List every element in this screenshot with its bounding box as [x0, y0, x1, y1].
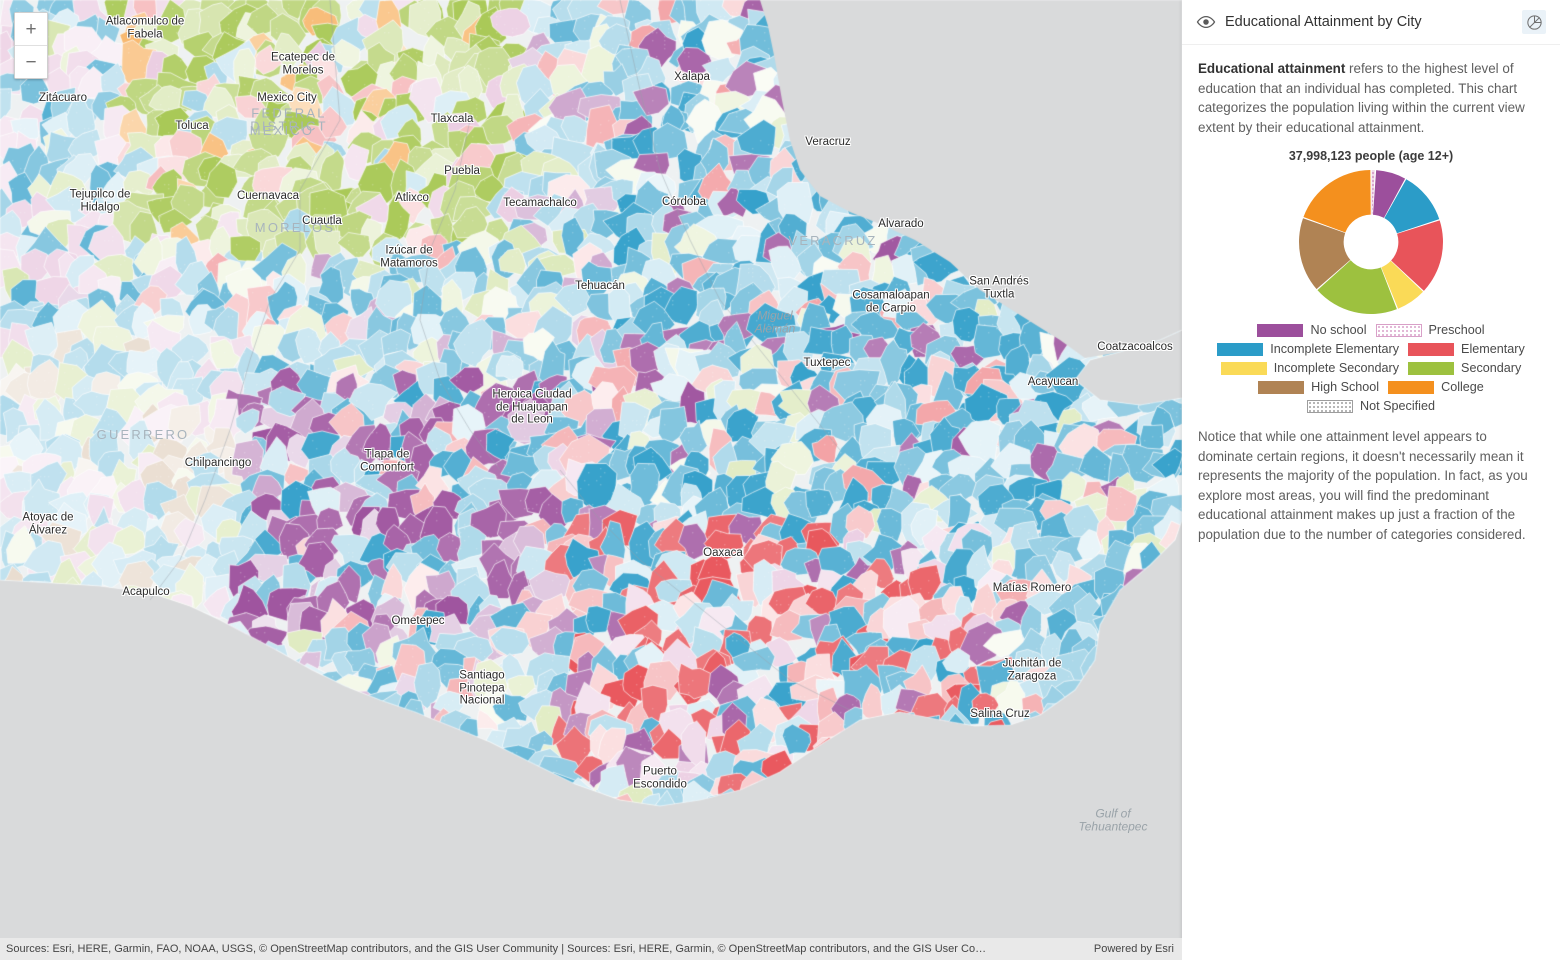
donut-chart[interactable] [1271, 167, 1471, 317]
legend-label: College [1441, 380, 1484, 394]
legend-swatch [1258, 380, 1305, 394]
legend-label: High School [1311, 380, 1380, 394]
legend-label: No school [1310, 323, 1367, 337]
legend-swatch [1257, 323, 1304, 337]
legend-swatch [1217, 342, 1264, 356]
legend-item[interactable]: High School [1258, 380, 1379, 394]
legend-item[interactable]: Incomplete Elementary [1217, 342, 1399, 356]
map-attribution-bar: Sources: Esri, HERE, Garmin, FAO, NOAA, … [0, 938, 1182, 960]
zoom-in-button[interactable]: + [15, 13, 47, 46]
panel-header: Educational Attainment by City [1182, 0, 1560, 45]
map-view[interactable]: Atlacomulco de Fabela Ecatepec de Morelos… [0, 0, 1182, 960]
legend-label: Incomplete Secondary [1273, 361, 1400, 375]
attribution-sources: Sources: Esri, HERE, Garmin, FAO, NOAA, … [6, 943, 987, 955]
legend-swatch [1388, 380, 1435, 394]
chart-legend[interactable]: No school Preschool Incomplete Elementary E… [1198, 323, 1544, 413]
intro-paragraph: Educational attainment refers to the hig… [1198, 59, 1544, 137]
panel-title: Educational Attainment by City [1225, 14, 1422, 30]
panel-body: Educational attainment refers to the hig… [1182, 45, 1560, 960]
legend-swatch [1408, 361, 1455, 375]
donut-chart-container[interactable] [1198, 167, 1544, 317]
legend-swatch [1375, 323, 1422, 337]
legend-row: Incomplete Secondary Secondary [1198, 361, 1544, 375]
legend-swatch [1220, 361, 1267, 375]
legend-label: Preschool [1428, 323, 1485, 337]
map-canvas[interactable] [0, 0, 1182, 960]
eye-icon[interactable] [1196, 12, 1216, 32]
side-panel: Educational Attainment by City Education… [1182, 0, 1560, 960]
legend-swatch [1307, 399, 1354, 413]
pie-chart-disabled-icon[interactable] [1522, 10, 1546, 34]
legend-label: Elementary [1461, 342, 1525, 356]
legend-label: Secondary [1461, 361, 1522, 375]
legend-item[interactable]: Preschool [1375, 323, 1485, 337]
legend-row: No school Preschool [1198, 323, 1544, 337]
legend-row: Not Specified [1198, 399, 1544, 413]
legend-item[interactable]: Elementary [1408, 342, 1525, 356]
legend-item[interactable]: No school [1257, 323, 1367, 337]
zoom-out-button[interactable]: − [15, 46, 47, 78]
legend-item[interactable]: College [1388, 380, 1484, 394]
outro-paragraph: Notice that while one attainment level a… [1198, 429, 1528, 542]
legend-item[interactable]: Incomplete Secondary [1220, 361, 1400, 375]
population-total: 37,998,123 people (age 12+) [1288, 149, 1454, 163]
legend-row: Incomplete Elementary Elementary [1198, 342, 1544, 356]
legend-swatch [1408, 342, 1455, 356]
app-root: Atlacomulco de Fabela Ecatepec de Morelos… [0, 0, 1560, 960]
legend-item[interactable]: Secondary [1408, 361, 1521, 375]
legend-row: High School College [1198, 380, 1544, 394]
map-zoom-controls[interactable]: + − [14, 12, 48, 79]
legend-label: Not Specified [1360, 399, 1435, 413]
intro-lead: Educational attainment [1198, 61, 1346, 76]
legend-item[interactable]: Not Specified [1307, 399, 1435, 413]
powered-by-esri: Powered by Esri [1093, 943, 1174, 955]
legend-label: Incomplete Elementary [1270, 342, 1400, 356]
